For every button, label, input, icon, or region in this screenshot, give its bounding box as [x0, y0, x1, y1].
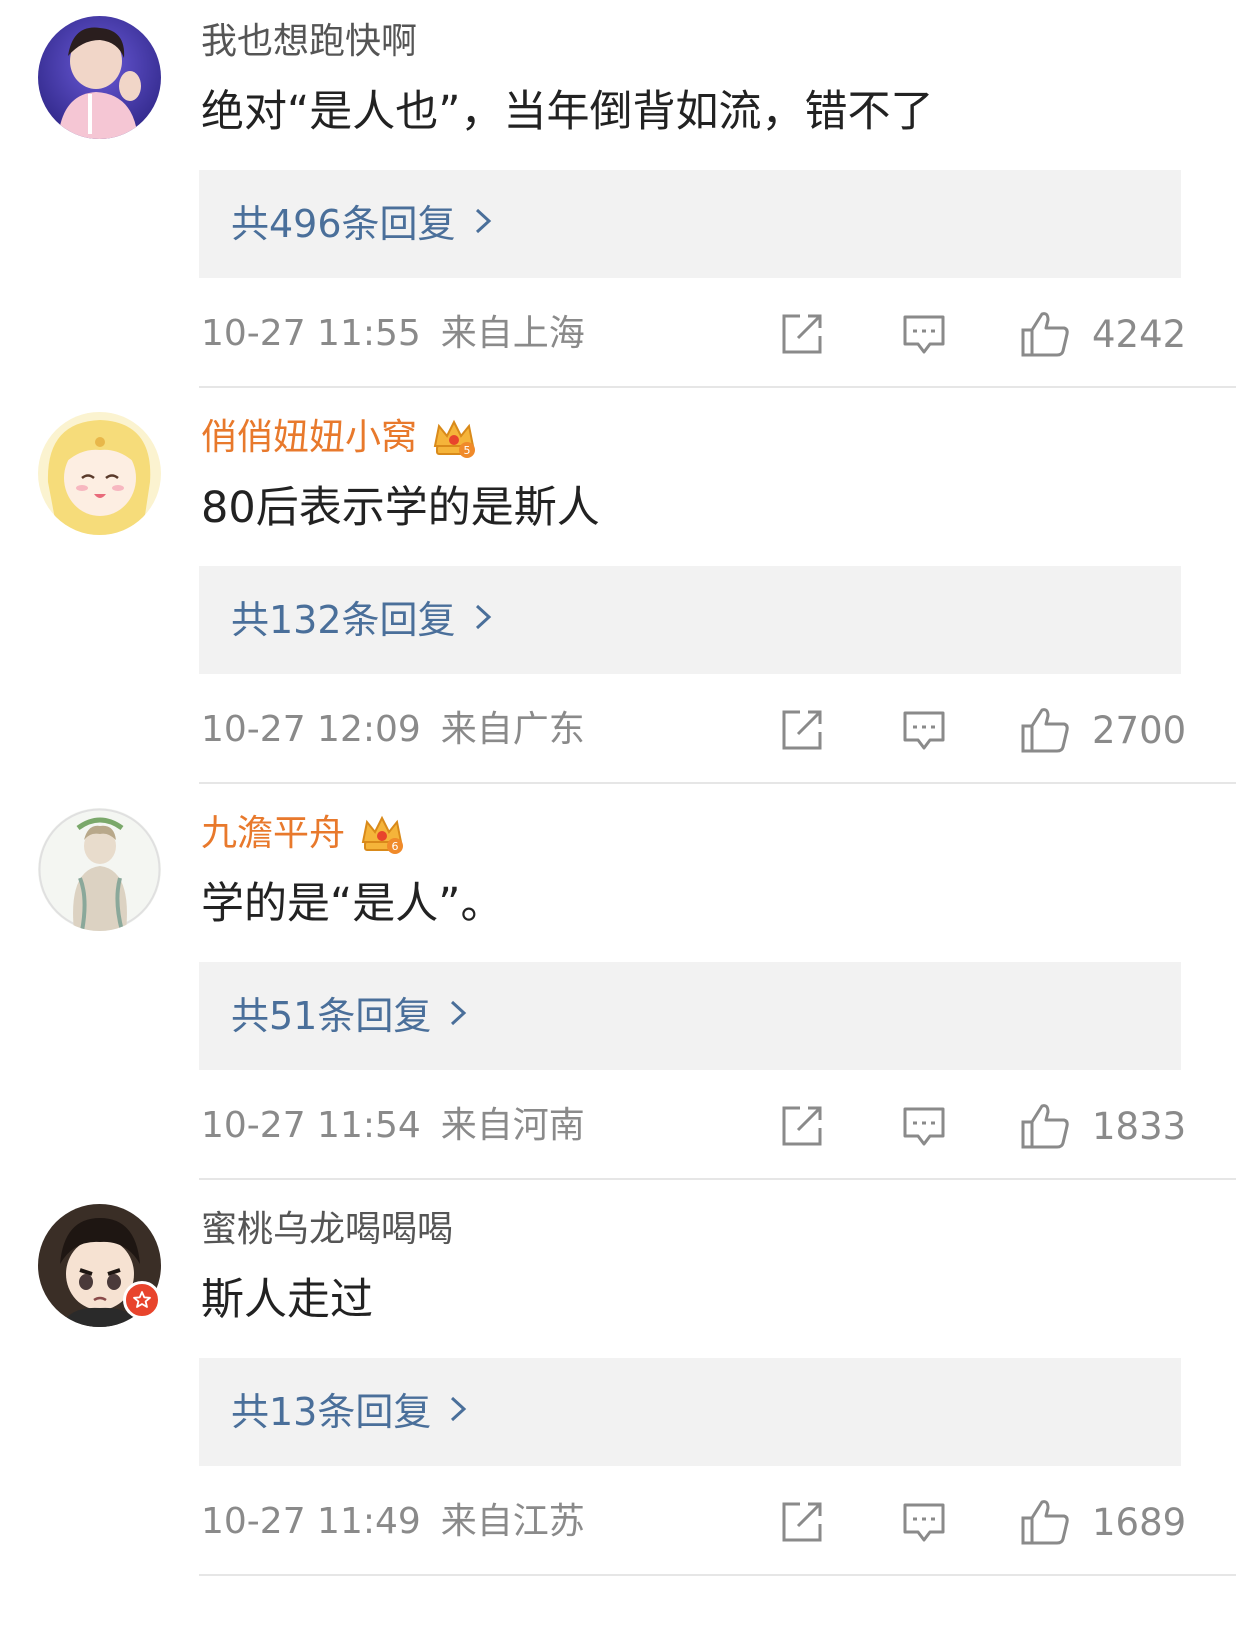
comment-item: 俏俏妞妞小窝 5 80后表示学的是斯人 共132条回复 10-27 12:09 来… [0, 396, 1236, 810]
like-button[interactable]: 1689 [1020, 1498, 1186, 1546]
username-text[interactable]: 俏俏妞妞小窝 [201, 414, 417, 462]
divider [199, 782, 1236, 784]
reply-count-label: 共496条回复 [231, 202, 456, 246]
divider [199, 1574, 1236, 1576]
username-text[interactable]: 蜜桃乌龙喝喝喝 [201, 1206, 453, 1254]
comment-icon [903, 1503, 945, 1542]
comment-text: 斯人走过 [201, 1275, 373, 1325]
like-count: 4242 [1092, 312, 1187, 356]
chevron-right-icon [474, 594, 492, 646]
share-icon [782, 1106, 822, 1146]
reply-button[interactable] [902, 706, 946, 754]
like-count: 1833 [1092, 1104, 1187, 1148]
comment-meta: 10-27 11:55 来自上海 [201, 308, 585, 360]
view-replies-link[interactable]: 共51条回复 [231, 990, 467, 1042]
comment-meta: 10-27 12:09 来自广东 [201, 704, 585, 756]
divider [199, 1178, 1236, 1180]
share-icon [782, 314, 822, 354]
verified-badge-icon [123, 1281, 161, 1319]
timestamp: 10-27 12:09 [201, 709, 421, 750]
avatar[interactable] [38, 412, 161, 535]
username[interactable]: 蜜桃乌龙喝喝喝 [201, 1206, 453, 1254]
share-button[interactable] [780, 706, 824, 754]
avatar[interactable] [38, 16, 161, 139]
chevron-right-icon [449, 1386, 467, 1438]
like-count: 1689 [1092, 1500, 1187, 1544]
reply-count-label: 共51条回复 [231, 994, 432, 1038]
comment-meta: 10-27 11:54 来自河南 [201, 1100, 585, 1152]
comment-meta: 10-27 11:49 来自江苏 [201, 1496, 585, 1548]
vip-crown-icon: 6 [361, 815, 404, 854]
location: 来自河南 [440, 1105, 585, 1146]
chevron-right-icon [474, 198, 492, 250]
view-replies-link[interactable]: 共132条回复 [231, 594, 492, 646]
share-button[interactable] [780, 1102, 824, 1150]
reply-button[interactable] [902, 310, 946, 358]
thumbs-up-icon [1021, 708, 1069, 753]
share-icon [782, 1502, 822, 1542]
svg-text:6: 6 [392, 840, 399, 853]
view-replies-link[interactable]: 共496条回复 [231, 198, 492, 250]
like-count: 2700 [1092, 708, 1187, 752]
comment-item: 我也想跑快啊 绝对“是人也”，当年倒背如流，错不了 共496条回复 10-27 … [0, 0, 1236, 414]
reply-summary[interactable]: 共13条回复 [199, 1358, 1181, 1466]
location: 来自上海 [440, 313, 585, 354]
comment-item: 九澹平舟 6 学的是“是人”。 共51条回复 10-27 11:54 来自河南 [0, 792, 1236, 1206]
comment-text: 绝对“是人也”，当年倒背如流，错不了 [201, 87, 934, 137]
view-replies-link[interactable]: 共13条回复 [231, 1386, 467, 1438]
reply-button[interactable] [902, 1498, 946, 1546]
location: 来自广东 [440, 709, 585, 750]
thumbs-up-icon [1021, 1500, 1069, 1545]
reply-button[interactable] [902, 1102, 946, 1150]
reply-count-label: 共13条回复 [231, 1390, 432, 1434]
chevron-right-icon [449, 990, 467, 1042]
reply-count-label: 共132条回复 [231, 598, 456, 642]
share-button[interactable] [780, 1498, 824, 1546]
comment-icon [903, 315, 945, 354]
timestamp: 10-27 11:54 [201, 1105, 421, 1146]
comment-text: 学的是“是人”。 [201, 879, 504, 929]
reply-summary[interactable]: 共51条回复 [199, 962, 1181, 1070]
avatar[interactable] [38, 1204, 161, 1327]
avatar[interactable] [38, 808, 161, 931]
share-button[interactable] [780, 310, 824, 358]
svg-text:5: 5 [464, 444, 471, 457]
username[interactable]: 我也想跑快啊 [201, 18, 417, 66]
reply-summary[interactable]: 共496条回复 [199, 170, 1181, 278]
timestamp: 10-27 11:55 [201, 313, 421, 354]
comment-text: 80后表示学的是斯人 [201, 483, 600, 533]
thumbs-up-icon [1021, 1104, 1069, 1149]
username-text[interactable]: 九澹平舟 [201, 810, 345, 858]
comment-item: 蜜桃乌龙喝喝喝 斯人走过 共13条回复 10-27 11:49 来自江苏 1689 [0, 1188, 1236, 1602]
username[interactable]: 九澹平舟 6 [201, 810, 405, 858]
timestamp: 10-27 11:49 [201, 1501, 421, 1542]
vip-crown-icon: 5 [433, 419, 476, 458]
thumbs-up-icon [1021, 312, 1069, 357]
username-text[interactable]: 我也想跑快啊 [201, 18, 417, 66]
divider [199, 386, 1236, 388]
username[interactable]: 俏俏妞妞小窝 5 [201, 414, 477, 462]
reply-summary[interactable]: 共132条回复 [199, 566, 1181, 674]
like-button[interactable]: 4242 [1020, 310, 1186, 358]
comment-icon [903, 711, 945, 750]
like-button[interactable]: 1833 [1020, 1102, 1186, 1150]
location: 来自江苏 [440, 1501, 585, 1542]
share-icon [782, 710, 822, 750]
like-button[interactable]: 2700 [1020, 706, 1186, 754]
comment-icon [903, 1107, 945, 1146]
